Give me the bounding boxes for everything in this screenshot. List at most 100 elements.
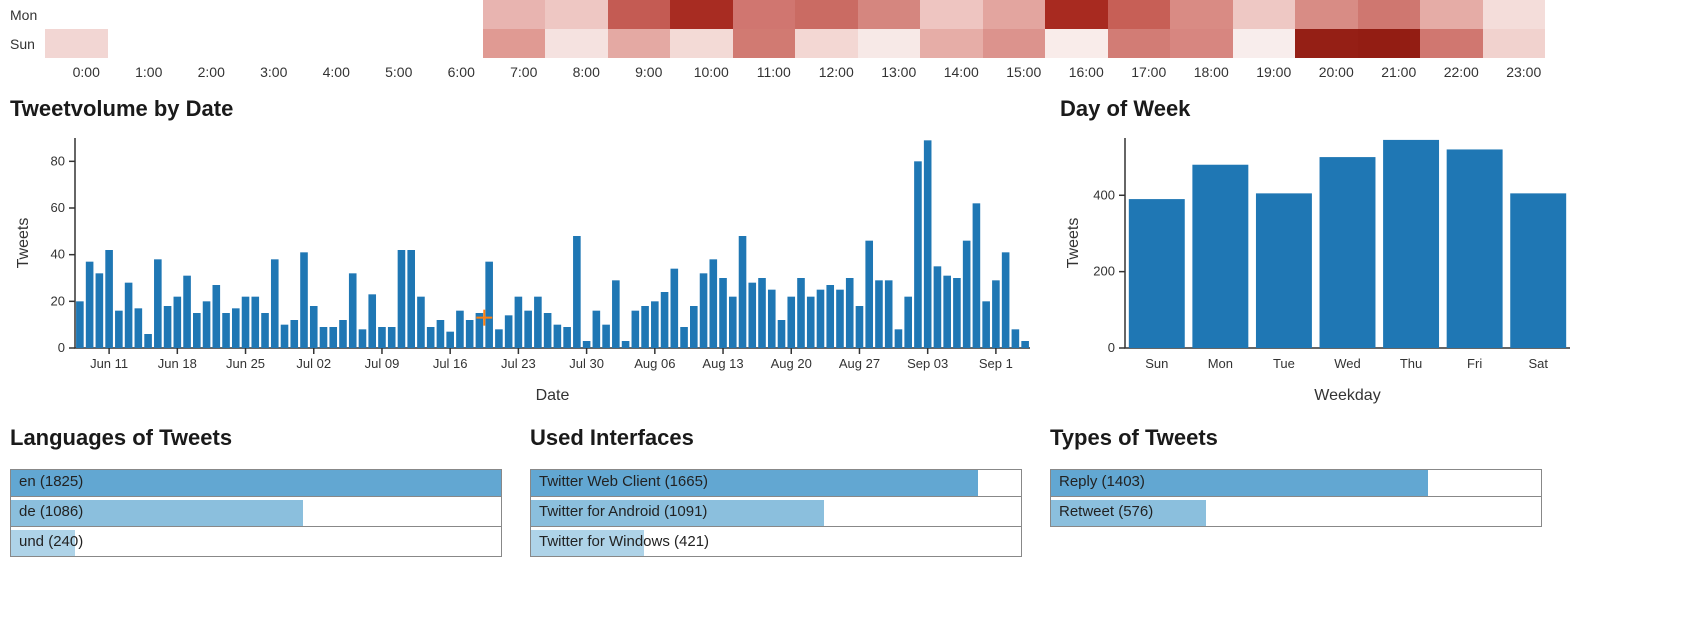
heatmap-cell[interactable] [483, 0, 546, 29]
heatmap-cell[interactable] [795, 0, 858, 29]
date-bar[interactable] [709, 259, 717, 348]
date-bar[interactable] [271, 259, 279, 348]
heatmap-cell[interactable] [608, 29, 671, 58]
date-bar[interactable] [251, 297, 259, 348]
date-bar[interactable] [466, 320, 474, 348]
date-bar[interactable] [641, 306, 649, 348]
date-bar[interactable] [193, 313, 201, 348]
heatmap-cell[interactable] [295, 29, 358, 58]
heatmap-cell[interactable] [1358, 0, 1421, 29]
heatmap-cell[interactable] [1233, 0, 1296, 29]
date-bar[interactable] [437, 320, 445, 348]
chart-tweetvolume-by-date[interactable]: 020406080Jun 11Jun 18Jun 25Jul 02Jul 09J… [10, 128, 1040, 408]
date-bar[interactable] [758, 278, 766, 348]
date-bar[interactable] [495, 329, 503, 348]
date-bar[interactable] [524, 311, 532, 348]
heatmap-cell[interactable] [1170, 29, 1233, 58]
date-bar[interactable] [281, 325, 289, 348]
date-bar[interactable] [554, 325, 562, 348]
hbar-row[interactable]: Retweet (576) [1051, 500, 1541, 527]
weekday-bar[interactable] [1510, 193, 1566, 348]
date-bar[interactable] [242, 297, 250, 348]
heatmap-cell[interactable] [170, 0, 233, 29]
date-bar[interactable] [213, 285, 221, 348]
date-bar[interactable] [924, 140, 932, 348]
date-bar[interactable] [183, 276, 191, 348]
weekday-bar[interactable] [1256, 193, 1312, 348]
date-bar[interactable] [1002, 252, 1010, 348]
heatmap-cell[interactable] [45, 0, 108, 29]
chart-languages[interactable]: en (1825)de (1086)und (240) [10, 469, 502, 557]
date-bar[interactable] [934, 266, 942, 348]
heatmap-cell[interactable] [1358, 29, 1421, 58]
heatmap-cell[interactable] [983, 0, 1046, 29]
date-bar[interactable] [349, 273, 357, 348]
date-bar[interactable] [856, 306, 864, 348]
date-bar[interactable] [86, 262, 94, 348]
hbar-row[interactable]: Twitter for Android (1091) [531, 500, 1021, 527]
heatmap-cell[interactable] [858, 0, 921, 29]
date-bar[interactable] [485, 262, 493, 348]
date-bar[interactable] [778, 320, 786, 348]
heatmap-cell[interactable] [545, 0, 608, 29]
date-bar[interactable] [719, 278, 727, 348]
date-bar[interactable] [573, 236, 581, 348]
date-bar[interactable] [817, 290, 825, 348]
date-bar[interactable] [300, 252, 308, 348]
date-bar[interactable] [446, 332, 454, 348]
heatmap-cell[interactable] [545, 29, 608, 58]
heatmap-cell[interactable] [1233, 29, 1296, 58]
date-bar[interactable] [1021, 341, 1029, 348]
hbar-row[interactable]: und (240) [11, 530, 501, 557]
heatmap-cell[interactable] [295, 0, 358, 29]
heatmap-cell[interactable] [858, 29, 921, 58]
date-bar[interactable] [427, 327, 435, 348]
date-bar[interactable] [135, 308, 143, 348]
date-bar[interactable] [787, 297, 795, 348]
weekday-bar[interactable] [1192, 165, 1248, 348]
date-bar[interactable] [632, 311, 640, 348]
date-bar[interactable] [174, 297, 182, 348]
heatmap-cell[interactable] [670, 29, 733, 58]
heatmap-cell[interactable] [420, 0, 483, 29]
heatmap-cell[interactable] [1045, 0, 1108, 29]
chart-day-of-week[interactable]: 0200400SunMonTueWedThuFriSatWeekdayTweet… [1060, 128, 1580, 408]
date-bar[interactable] [1012, 329, 1020, 348]
chart-interfaces[interactable]: Twitter Web Client (1665) Twitter for And… [530, 469, 1022, 557]
heatmap-cell[interactable] [233, 29, 296, 58]
date-bar[interactable] [232, 308, 240, 348]
date-bar[interactable] [602, 325, 610, 348]
date-bar[interactable] [407, 250, 415, 348]
heatmap-cell[interactable] [1170, 0, 1233, 29]
date-bar[interactable] [544, 313, 552, 348]
heatmap-cell[interactable] [108, 0, 171, 29]
heatmap-cell[interactable] [733, 29, 796, 58]
date-bar[interactable] [290, 320, 298, 348]
heatmap-cell[interactable] [795, 29, 858, 58]
date-bar[interactable] [680, 327, 688, 348]
date-bar[interactable] [826, 285, 834, 348]
date-bar[interactable] [875, 280, 883, 348]
date-bar[interactable] [105, 250, 113, 348]
date-bar[interactable] [96, 273, 104, 348]
date-bar[interactable] [953, 278, 961, 348]
hbar-row[interactable]: Reply (1403) [1051, 470, 1541, 497]
date-bar[interactable] [329, 327, 337, 348]
heatmap-cell[interactable] [670, 0, 733, 29]
heatmap-cell[interactable] [233, 0, 296, 29]
weekday-bar[interactable] [1447, 149, 1503, 348]
date-bar[interactable] [943, 276, 951, 348]
date-bar[interactable] [154, 259, 162, 348]
date-bar[interactable] [729, 297, 737, 348]
date-bar[interactable] [115, 311, 123, 348]
date-bar[interactable] [339, 320, 347, 348]
date-bar[interactable] [261, 313, 269, 348]
weekday-bar[interactable] [1129, 199, 1185, 348]
date-bar[interactable] [671, 269, 679, 348]
heatmap-cell[interactable] [483, 29, 546, 58]
heatmap-cell[interactable] [420, 29, 483, 58]
hbar-row[interactable]: Twitter Web Client (1665) [531, 470, 1021, 497]
hbar-row[interactable]: de (1086) [11, 500, 501, 527]
date-bar[interactable] [661, 292, 669, 348]
date-bar[interactable] [203, 301, 211, 348]
